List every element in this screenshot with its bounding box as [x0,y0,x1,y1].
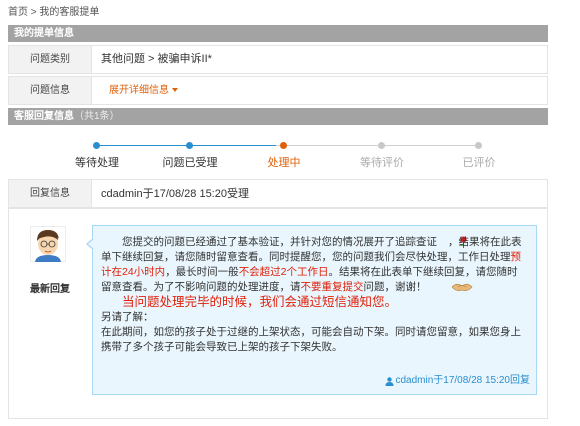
step-dot-5 [475,142,482,149]
reply-section-title: 客服回复信息 [14,111,74,122]
step-dot-4 [378,142,385,149]
ticket-section-header: 我的提单信息 [8,25,548,42]
breadcrumb-home-link[interactable]: 首页 [8,7,28,18]
category-value: 其他问题 > 被骗申诉II* [101,53,212,65]
caret-down-icon [172,88,178,93]
expand-details-link[interactable]: 展开详细信息 [109,77,178,104]
info-label: 问题信息 [9,77,92,104]
reply-info-label: 回复信息 [9,180,92,208]
step-label-1: 等待处理 [75,157,119,169]
reply-signature-text: cdadmin于17/08/28 15:20回复 [395,375,530,386]
progress-steps: 等待处理 问题已受理 处理中 等待评价 已评价 [8,133,548,175]
step-dot-1 [93,142,100,149]
latest-reply-label: 最新回复 [30,284,70,295]
ticket-section-title: 我的提单信息 [14,28,74,39]
staff-avatar [30,226,66,262]
step-label-2: 问题已受理 [162,157,218,169]
flower-icon [437,236,467,249]
bubble-arrow-inner [88,239,94,249]
reply-text-1a: 您提交的问题已经通过了基本验证，并针对您的情况展开了追踪查证 [122,236,437,248]
step-dot-2 [186,142,193,149]
info-row: 问题信息 展开详细信息 [8,76,548,105]
category-row: 问题类别 其他问题 > 被骗申诉II* [8,45,548,74]
reply-paragraph-1: 您提交的问题已经通过了基本验证，并针对您的情况展开了追踪查证 ，结果将在此表单下继… [101,235,528,295]
latest-reply-row: 最新回复 您提交的问题已经通过了基本验证，并针对您的情况展开了追踪查证 ，结果将在… [8,207,548,419]
reply-bubble: 您提交的问题已经通过了基本验证，并针对您的情况展开了追踪查证 ，结果将在此表单下继… [86,225,537,395]
breadcrumb-current: 我的客服提单 [39,7,100,18]
reply-paragraph-4: 在此期间，如您的孩子处于过继的上架状态，可能会自动下架。同时请您留意，如果您身上… [101,326,521,353]
breadcrumb: 首页 > 我的客服提单 [8,3,99,18]
reply-text-1c: ，最长时间一般 [165,266,239,278]
reply-paragraph-3: 另请了解： [101,311,154,323]
reply-section-count: （共1条） [74,111,120,122]
step-dot-3 [280,142,287,149]
reply-text-1e: 问题，谢谢！ [363,281,427,293]
step-label-4: 等待评价 [360,157,404,169]
reply-highlight-no-repeat: 不要重复提交 [300,281,364,293]
reply-highlight-2days: 不会超过2个工作日 [238,266,329,278]
handshake-icon [430,281,472,293]
reply-paragraph-2: 当问题处理完毕的时候，我们会通过短信通知您。 [122,295,398,309]
reply-section-header: 客服回复信息（共1条） [8,108,548,125]
step-label-5: 已评价 [462,157,496,169]
reply-signature: cdadmin于17/08/28 15:20回复 [385,373,530,388]
reply-info-row: 回复信息 cdadmin于17/08/28 15:20受理 [8,179,548,209]
category-label: 问题类别 [9,46,92,73]
reply-info-value: cdadmin于17/08/28 15:20受理 [101,188,249,200]
step-label-3: 处理中 [267,157,301,169]
user-icon [385,376,394,386]
expand-details-label: 展开详细信息 [109,85,169,96]
breadcrumb-separator: > [30,7,37,18]
